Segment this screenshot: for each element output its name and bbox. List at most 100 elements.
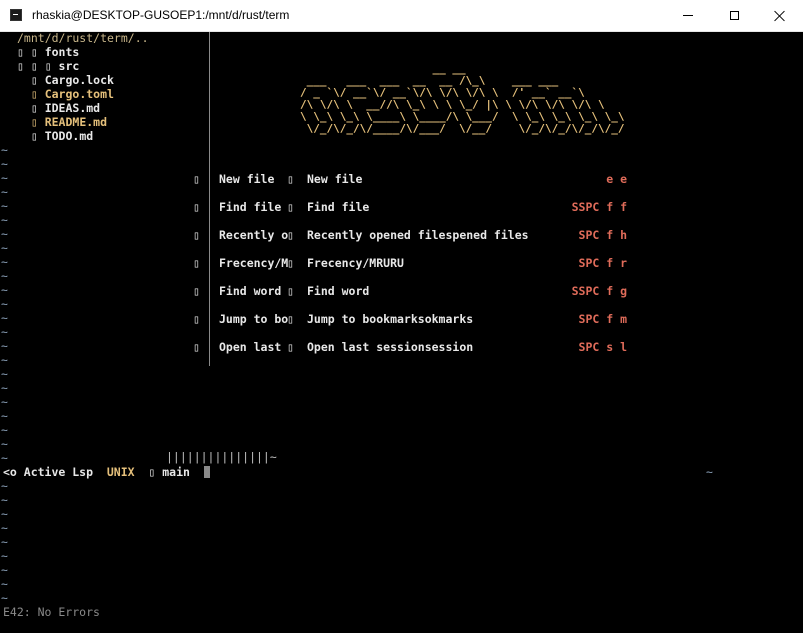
file-icon: ▯ (17, 129, 45, 143)
tree-item-todo-md[interactable]: ▯ TODO.md (17, 129, 93, 143)
dashboard-item-shortcut: SPC f m (578, 312, 627, 326)
dashboard-separator (209, 308, 210, 330)
dashboard-item-shortcut: SSPC f g (571, 284, 627, 298)
command-line-message: E42: No Errors (3, 605, 100, 619)
empty-line-tilde: ~ (1, 577, 8, 591)
ascii-banner: __ __ ___ ___ ___ __ __ /\_\ ___ ___ / _… (300, 62, 625, 135)
text-cursor (203, 466, 210, 478)
dashboard-separator (209, 168, 210, 190)
tree-item-fonts[interactable]: ▯ ▯ fonts (17, 45, 79, 59)
dashboard-item-icon: ▯ (193, 312, 200, 326)
empty-line-tilde: ~ (1, 311, 8, 325)
dashboard-separator (209, 252, 210, 274)
dashboard-item-description: Recently opened filespened files (307, 228, 529, 242)
file-format: UNIX (106, 465, 135, 479)
dashboard-item-description: Open last sessionsession (307, 340, 474, 354)
tree-item-src[interactable]: ▯ ▯ ▯ src (17, 59, 79, 73)
statusline: <o Active Lsp UNIX ▯ main (3, 465, 210, 479)
empty-line-tilde: ~ (1, 367, 8, 381)
dashboard-item-label: Recently o (219, 228, 289, 242)
dashboard-item-label: Open last (219, 340, 282, 354)
empty-line-tilde: ~ (1, 591, 8, 605)
dashboard-item[interactable]: ▯ New file ▯ New file e e (0, 168, 803, 190)
dashboard-item-icon: ▯ (193, 228, 200, 242)
dashboard-item-icon: ▯ (287, 340, 294, 354)
empty-line-tilde: ~ (1, 395, 8, 409)
dashboard-item[interactable]: ▯ Jump to bo ▯ Jump to bookmarksokmarks SPC … (0, 308, 803, 330)
tree-item-cargo-toml[interactable]: ▯ Cargo.toml (17, 87, 114, 101)
dashboard-item-icon: ▯ (287, 312, 294, 326)
dashboard-item[interactable]: ▯ Recently o ▯ Recently opened filespened f… (0, 224, 803, 246)
git-branch: ▯ main (134, 465, 204, 479)
terminal-icon (10, 9, 22, 21)
dashboard-item-icon: ▯ (287, 200, 294, 214)
tree-item-label: README.md (44, 115, 108, 129)
empty-line-tilde: ~ (1, 297, 8, 311)
close-icon (774, 10, 786, 22)
window-title: rhaskia@DESKTOP-GUSOEP1:/mnt/d/rust/term (32, 8, 290, 22)
tree-item-ideas-md[interactable]: ▯ IDEAS.md (17, 101, 100, 115)
dashboard-item-icon: ▯ (193, 284, 200, 298)
file-icon: ▯ ▯ ▯ (17, 59, 59, 73)
minimize-button[interactable] (665, 0, 711, 31)
empty-line-tilde: ~ (1, 255, 8, 269)
file-icon: ▯ (17, 101, 45, 115)
empty-line-tilde: ~ (1, 507, 8, 521)
empty-line-tilde: ~ (1, 535, 8, 549)
tree-root-path[interactable]: /mnt/d/rust/term/.. (17, 31, 149, 45)
dashboard-item-icon: ▯ (287, 172, 294, 186)
dashboard-item-icon: ▯ (193, 340, 200, 354)
empty-line-tilde: ~ (1, 479, 8, 493)
dashboard-item[interactable]: ▯ Find word ▯ Find word SSPC f g (0, 280, 803, 302)
dashboard-item-shortcut: SPC s l (578, 340, 627, 354)
empty-line-tilde: ~ (1, 549, 8, 563)
dashboard-item[interactable]: ▯ Open last ▯ Open last sessionsession SPC s… (0, 336, 803, 358)
empty-line-tilde: ~ (1, 241, 8, 255)
dashboard-item-label: New file (219, 172, 282, 186)
dashboard-item-description: Frecency/MRURU (307, 256, 404, 270)
dashboard-item-shortcut: SPC f r (578, 256, 627, 270)
empty-line-tilde: ~ (1, 325, 8, 339)
dashboard-item-description: Find word (307, 284, 370, 298)
empty-line-tilde: ~ (1, 521, 8, 535)
empty-line-tilde: ~ (1, 493, 8, 507)
tree-item-label: Cargo.lock (44, 73, 114, 87)
file-icon: ▯ (17, 115, 45, 129)
dashboard-item-description: Jump to bookmarksokmarks (307, 312, 474, 326)
dashboard-separator (209, 280, 210, 302)
dashboard-item-shortcut: e e (606, 172, 627, 186)
dashboard-item-icon: ▯ (193, 172, 200, 186)
empty-line-tilde: ~ (1, 199, 8, 213)
minimize-icon (683, 15, 693, 16)
dashboard-item-label: Find word (219, 284, 282, 298)
dashboard-item-label: Jump to bo (219, 312, 289, 326)
dashboard-item-icon: ▯ (287, 284, 294, 298)
empty-line-tilde: ~ (1, 171, 8, 185)
tree-item-cargo-lock[interactable]: ▯ Cargo.lock (17, 73, 114, 87)
dashboard-item-icon: ▯ (193, 256, 200, 270)
empty-line-tilde: ~ (1, 185, 8, 199)
horizontal-divider: |||||||||||||||~ (166, 450, 277, 464)
dashboard-item-label: Find file (219, 200, 282, 214)
tree-item-readme-md[interactable]: ▯ README.md (17, 115, 107, 129)
close-button[interactable] (757, 0, 803, 31)
maximize-icon (729, 11, 739, 20)
empty-line-tilde: ~ (1, 269, 8, 283)
empty-line-tilde: ~ (1, 283, 8, 297)
empty-line-tilde: ~ (1, 409, 8, 423)
dashboard-item-description: Find file (307, 200, 370, 214)
empty-line-tilde: ~ (1, 143, 8, 157)
dashboard-separator (209, 336, 210, 358)
maximize-button[interactable] (711, 0, 757, 31)
empty-line-tilde: ~ (1, 213, 8, 227)
dashboard-item-label: Frecency/M (219, 256, 289, 270)
window-titlebar: rhaskia@DESKTOP-GUSOEP1:/mnt/d/rust/term (0, 0, 803, 32)
file-icon: ▯ (17, 87, 45, 101)
empty-line-tilde: ~ (1, 437, 8, 451)
dashboard-item[interactable]: ▯ Find file ▯ Find file SSPC f f (0, 196, 803, 218)
dashboard-item[interactable]: ▯ Frecency/M ▯ Frecency/MRURU SPC f r (0, 252, 803, 274)
dashboard-item-icon: ▯ (287, 256, 294, 270)
dashboard-separator (209, 224, 210, 246)
terminal-area[interactable]: /mnt/d/rust/term/.. ▯ ▯ fonts ▯ ▯ ▯ src ▯… (0, 31, 803, 633)
dashboard-item-shortcut: SPC f h (578, 228, 627, 242)
